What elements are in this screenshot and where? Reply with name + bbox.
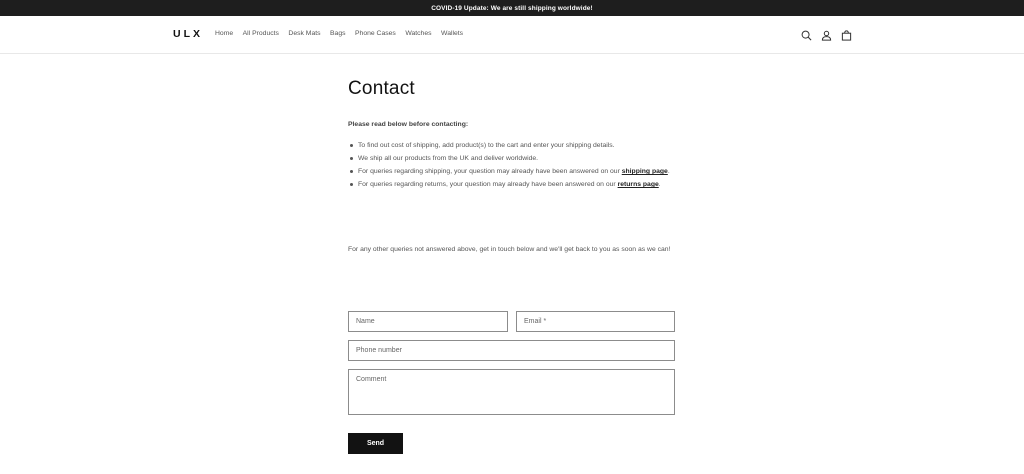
nav-item-bags[interactable]: Bags [330,30,346,37]
name-field[interactable]: Name [348,311,508,332]
site-header: ULX Home All Products Desk Mats Bags Pho… [0,16,1024,54]
header-icons [799,28,853,42]
page-title: Contact [348,78,415,99]
search-icon[interactable] [799,28,813,42]
nav-item-wallets[interactable]: Wallets [441,30,463,37]
nav-item-watches[interactable]: Watches [405,30,431,37]
name-placeholder: Name [356,318,375,325]
nav-item-phone-cases[interactable]: Phone Cases [355,30,396,37]
account-icon[interactable] [819,28,833,42]
shipping-page-link[interactable]: shipping page [622,168,668,175]
email-field[interactable]: Email * [516,311,675,332]
nav-item-home[interactable]: Home [215,30,233,37]
list-item: To find out cost of shipping, add produc… [348,139,678,152]
announcement-text: COVID-19 Update: We are still shipping w… [431,4,593,12]
returns-page-link[interactable]: returns page [618,181,659,188]
site-logo[interactable]: ULX [173,28,203,40]
comment-placeholder: Comment [356,376,387,383]
contact-note: For any other queries not answered above… [348,246,671,253]
list-item: For queries regarding shipping, your que… [348,165,678,178]
nav-item-desk-mats[interactable]: Desk Mats [288,30,320,37]
send-button[interactable]: Send [348,433,403,454]
nav-item-all-products[interactable]: All Products [243,30,279,37]
intro-heading: Please read below before contacting: [348,121,469,128]
main-nav: Home All Products Desk Mats Bags Phone C… [215,30,473,37]
announcement-bar: COVID-19 Update: We are still shipping w… [0,0,1024,16]
list-item: For queries regarding returns, your ques… [348,178,678,191]
phone-placeholder: Phone number [356,347,402,354]
list-item: We ship all our products from the UK and… [348,152,678,165]
cart-icon[interactable] [839,28,853,42]
comment-field[interactable]: Comment [348,369,675,415]
info-list: To find out cost of shipping, add produc… [348,139,678,191]
email-placeholder: Email * [524,318,547,325]
phone-field[interactable]: Phone number [348,340,675,361]
